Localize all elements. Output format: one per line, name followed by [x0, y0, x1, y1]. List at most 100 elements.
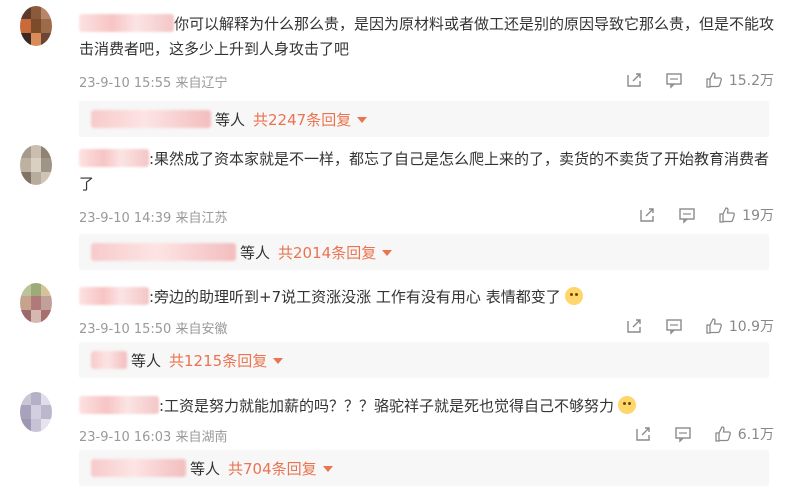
comment-actions: 19万 — [638, 205, 774, 225]
avatar-tile — [20, 392, 31, 406]
comment-actions: 10.9万 — [625, 316, 774, 336]
avatar-tile — [41, 392, 52, 406]
avatar-tile — [20, 145, 31, 159]
reply-summary[interactable]: 等人 共1215条回复 — [79, 342, 769, 378]
comment-location: 来自辽宁 — [175, 76, 228, 91]
avatar-tile — [30, 19, 42, 33]
avatar-tile — [30, 158, 42, 172]
avatar-tile — [20, 296, 31, 310]
comment-button[interactable] — [665, 317, 683, 335]
avatar-tile — [41, 32, 52, 46]
reply-summary[interactable]: 等人 共2014条回复 — [79, 234, 769, 270]
comment-meta: 23-9-10 14:39 来自江苏 — [79, 207, 228, 226]
share-icon — [625, 317, 643, 335]
avatar-tile — [20, 158, 31, 172]
comment-button[interactable] — [665, 71, 683, 89]
reply-count: 共1215条回复 — [169, 351, 268, 370]
comment-icon — [678, 206, 696, 224]
avatar-tile — [20, 171, 31, 185]
avatar-tile — [30, 296, 42, 310]
reply-user-redacted[interactable] — [91, 110, 211, 128]
avatar-tile — [20, 309, 31, 323]
avatar-tile — [30, 405, 42, 419]
avatar-tile — [20, 418, 31, 432]
avatar[interactable] — [20, 283, 52, 323]
comment-meta: 23-9-10 15:50 来自安徽 — [79, 318, 228, 337]
reply-suffix: 等人 — [190, 459, 221, 478]
like-count: 10.9万 — [728, 319, 774, 335]
comment-actions: 15.2万 — [625, 70, 774, 90]
like-icon — [705, 317, 723, 335]
reply-count-link[interactable]: 共2014条回复 — [278, 242, 393, 263]
comment-text: :果然成了资本家就是不一样，都忘了自己是怎么爬上来的了，卖货的不卖货了开始教育消… — [79, 149, 770, 193]
comment-time: 23-9-10 15:50 — [79, 322, 172, 337]
avatar-tile — [41, 6, 52, 20]
avatar-tile — [30, 6, 42, 20]
share-button[interactable] — [634, 425, 652, 443]
avatar-tile — [20, 405, 31, 419]
emoji-icon — [618, 396, 637, 414]
like-icon — [718, 206, 736, 224]
avatar-tile — [41, 283, 52, 297]
share-button[interactable] — [625, 317, 643, 335]
avatar-tile — [41, 309, 52, 323]
reply-summary[interactable]: 等人 共704条回复 — [79, 450, 769, 486]
avatar-tile — [41, 171, 52, 185]
reply-suffix: 等人 — [215, 110, 246, 129]
avatar-tile — [41, 418, 52, 432]
reply-user-redacted[interactable] — [91, 459, 186, 477]
avatar-tile — [41, 405, 52, 419]
reply-suffix: 等人 — [131, 351, 162, 370]
like-button[interactable]: 15.2万 — [705, 70, 774, 90]
avatar[interactable] — [20, 392, 52, 432]
comment-icon — [674, 425, 692, 443]
avatar-tile — [20, 6, 31, 20]
avatar-tile — [30, 309, 42, 323]
reply-count-link[interactable]: 共1215条回复 — [169, 350, 284, 371]
reply-count-link[interactable]: 共2247条回复 — [253, 109, 368, 130]
avatar-tile — [41, 19, 52, 33]
comment-meta: 23-9-10 16:03 来自湖南 — [79, 426, 228, 445]
avatar-tile — [30, 32, 42, 46]
avatar-tile — [20, 283, 31, 297]
like-button[interactable]: 19万 — [718, 205, 774, 225]
avatar-tile — [20, 19, 31, 33]
comment-button[interactable] — [674, 425, 692, 443]
username-redacted[interactable] — [79, 14, 174, 32]
avatar-tile — [41, 145, 52, 159]
avatar-tile — [30, 392, 42, 406]
comment-time: 23-9-10 16:03 — [79, 430, 172, 445]
comment-time: 23-9-10 14:39 — [79, 211, 172, 226]
like-count: 15.2万 — [728, 73, 774, 89]
reply-user-redacted[interactable] — [91, 351, 127, 369]
comment-button[interactable] — [678, 206, 696, 224]
reply-suffix: 等人 — [240, 243, 271, 262]
reply-user-redacted[interactable] — [91, 243, 236, 261]
username-redacted[interactable] — [79, 396, 159, 414]
like-button[interactable]: 10.9万 — [705, 316, 774, 336]
chevron-down-icon — [382, 250, 393, 256]
like-count: 19万 — [742, 208, 774, 224]
chevron-down-icon — [357, 117, 368, 123]
like-count: 6.1万 — [737, 427, 774, 443]
comment-meta: 23-9-10 15:55 来自辽宁 — [79, 72, 228, 91]
reply-count-link[interactable]: 共704条回复 — [228, 458, 333, 479]
username-redacted[interactable] — [79, 287, 149, 305]
emoji-icon — [564, 287, 583, 305]
avatar-tile — [41, 158, 52, 172]
avatar[interactable] — [20, 6, 52, 46]
chevron-down-icon — [273, 358, 284, 364]
username-redacted[interactable] — [79, 149, 149, 167]
chevron-down-icon — [322, 466, 333, 472]
avatar-tile — [30, 145, 42, 159]
comment-icon — [665, 317, 683, 335]
reply-count: 共704条回复 — [228, 459, 317, 478]
like-button[interactable]: 6.1万 — [714, 424, 774, 444]
share-button[interactable] — [638, 206, 656, 224]
avatar-tile — [41, 296, 52, 310]
reply-summary[interactable]: 等人 共2247条回复 — [79, 101, 769, 137]
share-button[interactable] — [625, 71, 643, 89]
share-icon — [638, 206, 656, 224]
avatar-tile — [20, 32, 31, 46]
avatar[interactable] — [20, 145, 52, 185]
